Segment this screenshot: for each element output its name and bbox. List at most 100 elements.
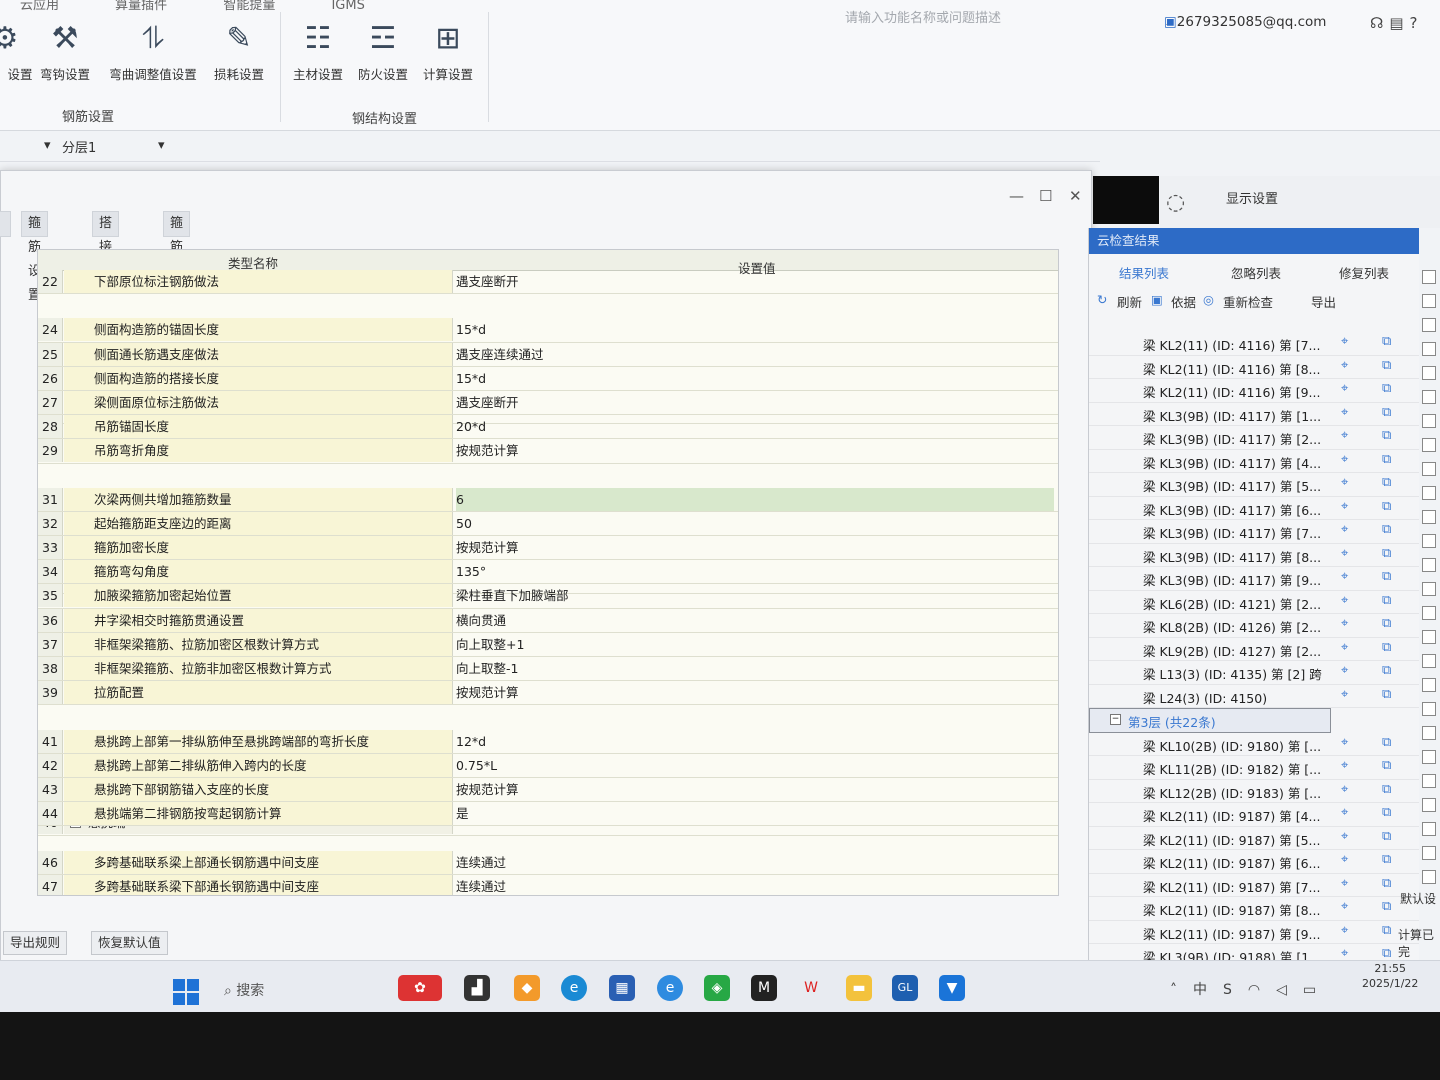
checkbox[interactable]	[1422, 270, 1436, 284]
setting-value[interactable]: 135°	[456, 560, 1054, 583]
table-row[interactable]: 31 次梁两侧共增加箍筋数量 6	[38, 487, 1058, 512]
close-icon[interactable]: ✕	[1069, 187, 1082, 205]
detail-icon[interactable]: ⧉	[1382, 546, 1391, 561]
list-item[interactable]: 梁 KL10(2B) (ID: 9180) 第 [... ⌖ ⧉	[1089, 733, 1419, 756]
detail-icon[interactable]: ⧉	[1382, 405, 1391, 420]
wps-icon[interactable]: W	[798, 975, 824, 1001]
bend-adjust-button[interactable]: ⥮ 弯曲调整值设置	[104, 20, 202, 83]
list-item[interactable]: 梁 KL6(2B) (ID: 4121) 第 [2... ⌖ ⧉	[1089, 591, 1419, 614]
tab-stirrup[interactable]: 箍筋设置	[21, 211, 49, 303]
setting-value[interactable]: 50	[456, 512, 1054, 535]
locate-icon[interactable]: ⌖	[1341, 616, 1348, 631]
table-row[interactable]: 36 井字梁相交时箍筋贯通设置 横向贯通	[38, 608, 1058, 633]
list-item[interactable]: 梁 KL3(9B) (ID: 4117) 第 [9... ⌖ ⧉	[1089, 567, 1419, 591]
locate-icon[interactable]: ⌖	[1341, 758, 1348, 773]
locate-icon[interactable]: ⌖	[1341, 735, 1348, 750]
main-material-button[interactable]: ☷ 主材设置	[283, 20, 353, 83]
detail-icon[interactable]: ⧉	[1382, 923, 1391, 938]
setting-value[interactable]: 遇支座断开	[456, 391, 1054, 414]
setting-value[interactable]: 遇支座连续通过	[456, 343, 1054, 366]
setting-value[interactable]: 按规范计算	[456, 681, 1054, 704]
tab-hidden[interactable]	[0, 211, 11, 237]
checkbox[interactable]	[1422, 582, 1436, 596]
table-row[interactable]: 32 起始箍筋距支座边的距离 50	[38, 511, 1058, 537]
detail-icon[interactable]: ⧉	[1382, 522, 1391, 537]
table-row[interactable]: 38 非框架梁箍筋、拉筋非加密区根数计算方式 向上取整-1	[38, 657, 1058, 682]
setting-value[interactable]: 0.75*L	[456, 754, 1054, 777]
list-item[interactable]: 梁 KL12(2B) (ID: 9183) 第 [... ⌖ ⧉	[1089, 780, 1419, 803]
app-tray-icon[interactable]: S	[1223, 982, 1248, 998]
store-icon[interactable]: ▦	[609, 975, 635, 1001]
locate-icon[interactable]: ⌖	[1341, 782, 1348, 797]
checkbox[interactable]	[1422, 774, 1436, 788]
loss-settings-button[interactable]: ✎ 损耗设置	[204, 20, 274, 83]
app-icon[interactable]: ◈	[704, 975, 730, 1001]
checkbox[interactable]	[1422, 510, 1436, 524]
setting-value[interactable]: 按规范计算	[456, 536, 1054, 559]
locate-icon[interactable]: ⌖	[1341, 428, 1348, 443]
tab-stirrup-formula[interactable]: 箍筋公式	[163, 211, 191, 303]
checkbox[interactable]	[1422, 318, 1436, 332]
calendar-icon[interactable]: ▤	[1389, 14, 1409, 32]
locate-icon[interactable]: ⌖	[1341, 452, 1348, 467]
setting-value[interactable]: 6	[456, 487, 1054, 511]
dropdown-arrow-icon[interactable]: ▾	[44, 138, 51, 153]
checkbox[interactable]	[1422, 654, 1436, 668]
detail-icon[interactable]: ⧉	[1382, 782, 1391, 797]
collapse-icon[interactable]: −	[1110, 714, 1121, 725]
checkbox[interactable]	[1422, 294, 1436, 308]
table-row[interactable]: 44 悬挑端第二排钢筋按弯起钢筋计算 是	[38, 802, 1058, 827]
edge-icon[interactable]: e	[561, 975, 587, 1001]
ime-indicator[interactable]: 中	[1193, 982, 1223, 998]
locate-icon[interactable]: ⌖	[1341, 593, 1348, 608]
list-item[interactable]: 梁 KL9(2B) (ID: 4127) 第 [2... ⌖ ⧉	[1089, 638, 1419, 661]
checkbox[interactable]	[1422, 390, 1436, 404]
checkbox[interactable]	[1422, 630, 1436, 644]
detail-icon[interactable]: ⧉	[1382, 735, 1391, 750]
locate-icon[interactable]: ⌖	[1341, 687, 1348, 702]
setting-value[interactable]: 15*d	[456, 367, 1054, 390]
list-item[interactable]: 梁 KL2(11) (ID: 4116) 第 [7... ⌖ ⧉	[1089, 332, 1419, 356]
list-item[interactable]: 梁 KL3(9B) (ID: 4117) 第 [7... ⌖ ⧉	[1089, 520, 1419, 544]
checkbox[interactable]	[1422, 702, 1436, 716]
table-row[interactable]: 47 多跨基础联系梁下部通长钢筋遇中间支座 连续通过	[38, 874, 1058, 895]
list-item[interactable]: 梁 KL8(2B) (ID: 4126) 第 [2... ⌖ ⧉	[1089, 614, 1419, 638]
recheck-icon[interactable]: ◎	[1203, 292, 1214, 307]
locate-icon[interactable]: ⌖	[1341, 829, 1348, 844]
checkbox[interactable]	[1422, 678, 1436, 692]
tab-fix-list[interactable]: 修复列表	[1339, 263, 1389, 282]
locate-icon[interactable]: ⌖	[1341, 522, 1348, 537]
basis-button[interactable]: 依据	[1171, 292, 1196, 311]
checkbox[interactable]	[1422, 414, 1436, 428]
list-item[interactable]: 梁 KL3(9B) (ID: 4117) 第 [1... ⌖ ⧉	[1089, 403, 1419, 426]
battery-icon[interactable]: ▭	[1303, 982, 1332, 998]
setting-value[interactable]: 连续通过	[456, 875, 1054, 895]
table-row[interactable]: 43 悬挑跨下部钢筋锚入支座的长度 按规范计算	[38, 777, 1058, 803]
checkbox[interactable]	[1422, 822, 1436, 836]
detail-icon[interactable]: ⧉	[1382, 499, 1391, 514]
folder-icon[interactable]: ▬	[846, 975, 872, 1001]
detail-icon[interactable]: ⧉	[1382, 829, 1391, 844]
hook-settings-button[interactable]: ⚒ 弯钩设置	[30, 20, 100, 83]
detail-icon[interactable]: ⧉	[1382, 876, 1391, 891]
locate-icon[interactable]: ⌖	[1341, 569, 1348, 584]
list-item[interactable]: 梁 KL3(9B) (ID: 4117) 第 [8... ⌖ ⧉	[1089, 544, 1419, 567]
calc-settings-button[interactable]: ⊞ 计算设置	[413, 20, 483, 83]
menu-tab[interactable]: IGMS	[331, 0, 364, 13]
setting-value[interactable]: 15*d	[456, 318, 1054, 341]
setting-value[interactable]: 12*d	[456, 730, 1054, 753]
locate-icon[interactable]: ⌖	[1341, 899, 1348, 914]
list-item[interactable]: 梁 KL3(9B) (ID: 4117) 第 [5... ⌖ ⧉	[1089, 473, 1419, 497]
detail-icon[interactable]: ⧉	[1382, 381, 1391, 396]
table-row[interactable]: 25 侧面通长筋遇支座做法 遇支座连续通过	[38, 342, 1058, 367]
export-rule-button[interactable]: 导出规则	[3, 931, 68, 955]
table-row[interactable]: 39 拉筋配置 按规范计算	[38, 681, 1058, 706]
list-item[interactable]: 梁 KL2(11) (ID: 9187) 第 [6... ⌖ ⧉	[1089, 850, 1419, 874]
headset-icon[interactable]: ☊	[1370, 14, 1389, 32]
detail-icon[interactable]: ⧉	[1382, 663, 1391, 678]
locate-icon[interactable]: ⌖	[1341, 663, 1348, 678]
app-icon[interactable]: ◆	[514, 975, 540, 1001]
locate-icon[interactable]: ⌖	[1341, 475, 1348, 490]
locate-icon[interactable]: ⌖	[1341, 640, 1348, 655]
table-row[interactable]: 37 非框架梁箍筋、拉筋加密区根数计算方式 向上取整+1	[38, 632, 1058, 657]
